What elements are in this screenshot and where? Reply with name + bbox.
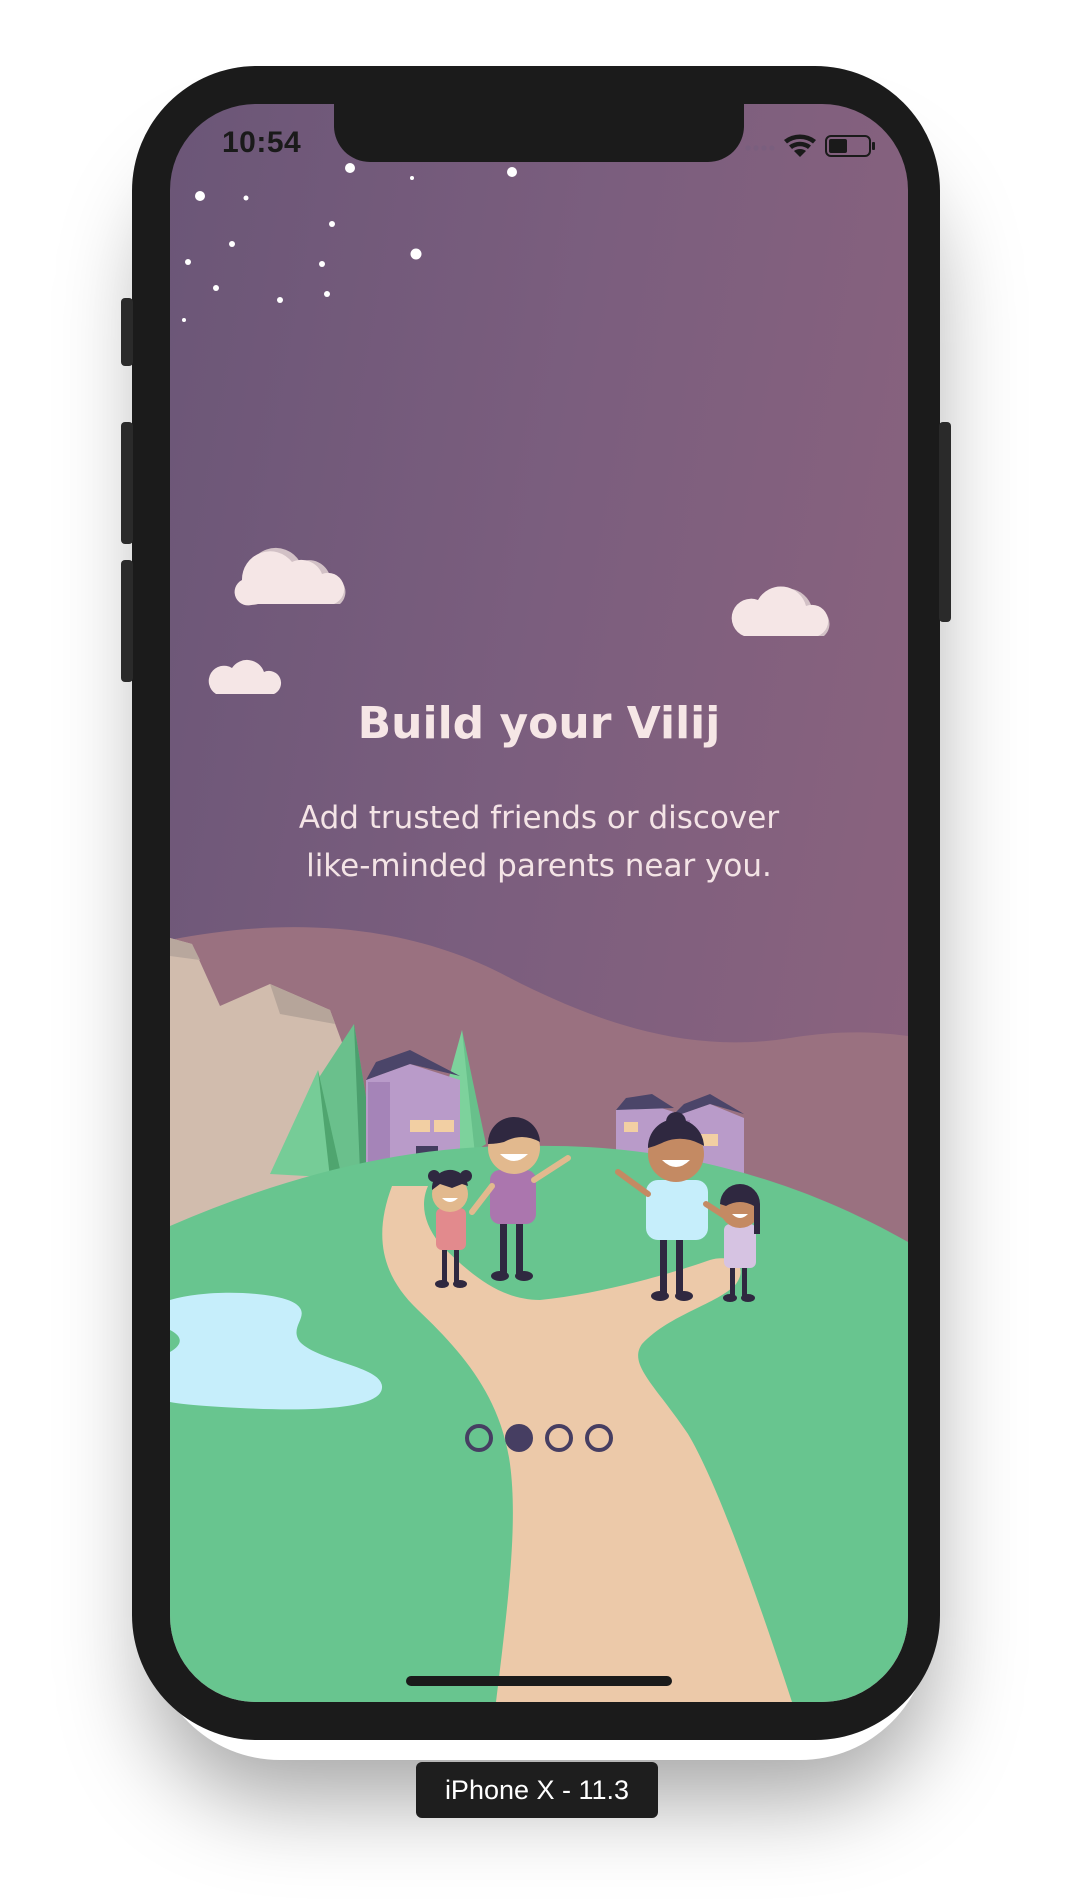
battery-icon xyxy=(825,135,875,157)
simulator-device-label: iPhone X - 11.3 xyxy=(416,1762,658,1818)
page-dot-3[interactable] xyxy=(545,1424,573,1452)
notch xyxy=(334,104,744,162)
cloud-right xyxy=(731,586,830,636)
subtitle-line-2: like-minded parents near you. xyxy=(306,848,772,884)
onboarding-illustration xyxy=(170,163,908,1702)
page-dot-2[interactable] xyxy=(505,1424,533,1452)
volume-down-button xyxy=(121,560,133,682)
wifi-icon xyxy=(784,134,816,157)
cloud-left-lower xyxy=(208,659,282,694)
volume-up-button xyxy=(121,422,133,544)
onboarding-title: Build your Vilij xyxy=(357,698,721,749)
power-button xyxy=(939,422,951,622)
status-icons xyxy=(745,134,875,157)
page-indicator[interactable] xyxy=(170,1424,908,1452)
status-time: 10:54 xyxy=(222,126,302,159)
cloud-left-upper xyxy=(234,547,346,606)
subtitle-line-1: Add trusted friends or discover xyxy=(298,800,780,836)
stars-decoration xyxy=(182,163,517,322)
page-dot-1[interactable] xyxy=(465,1424,493,1452)
onboarding-subtitle: Add trusted friends or discover like-min… xyxy=(270,794,808,890)
home-indicator[interactable] xyxy=(406,1676,672,1686)
cellular-signal-icon xyxy=(745,145,775,151)
page-dot-4[interactable] xyxy=(585,1424,613,1452)
app-screen: 10:54 Build your Vilij Add trusted frien… xyxy=(170,104,908,1702)
silent-switch xyxy=(121,298,133,366)
